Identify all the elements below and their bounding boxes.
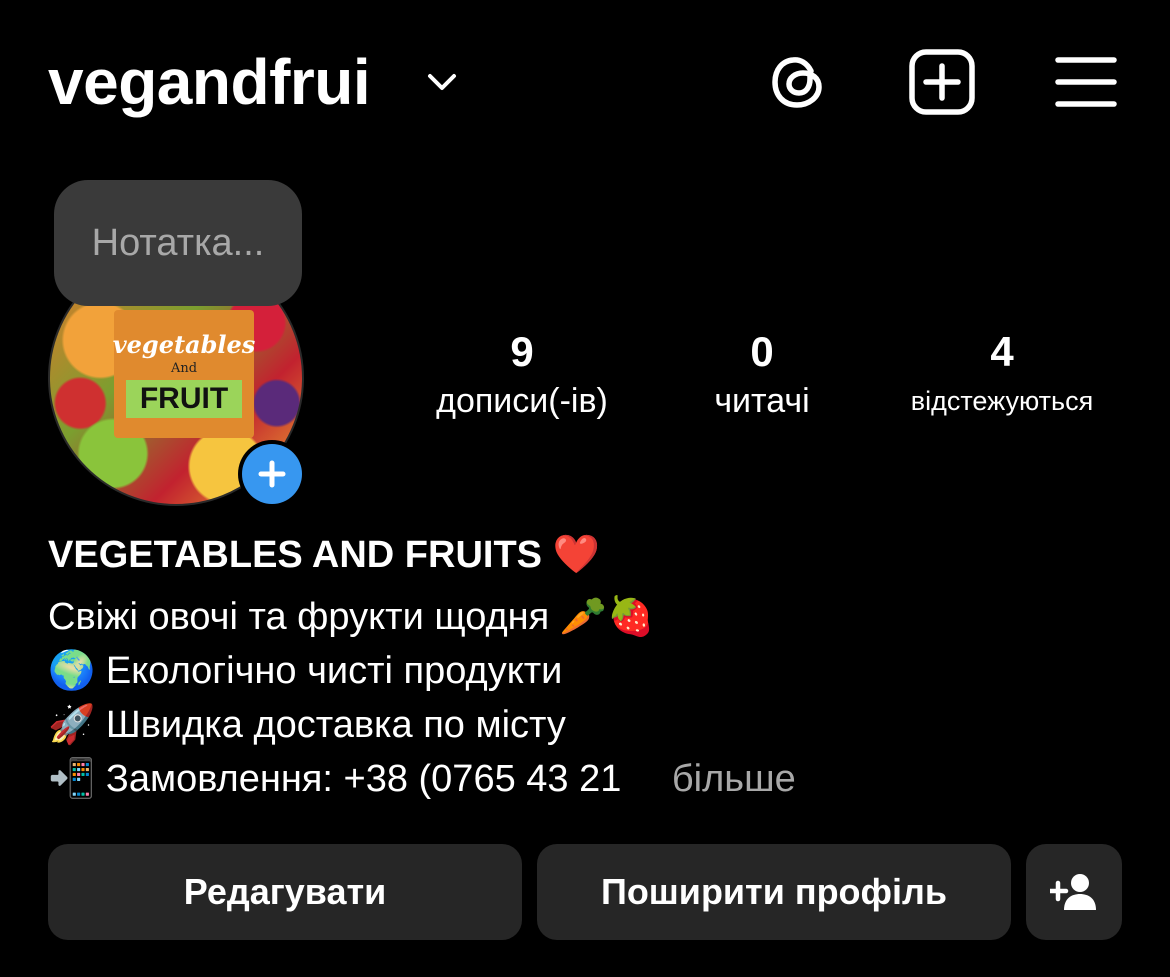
stat-followers-label: читачі [714,382,810,420]
suggested-people-button[interactable] [1026,844,1122,940]
menu-icon[interactable] [1048,44,1124,120]
bio-line: 🌍 Екологічно чисті продукти [48,650,563,692]
stat-following[interactable]: 4 відстежуються [880,325,1124,423]
stat-followers[interactable]: 0 читачі [672,325,852,423]
avatar-logo-line3: FRUIT [125,380,243,418]
bio-more-link[interactable]: більше [672,758,796,800]
stat-followers-count: 0 [750,328,774,375]
note-bubble[interactable]: Нотатка... [54,180,302,306]
chevron-down-icon[interactable] [424,64,460,100]
stat-following-count: 4 [990,328,1014,375]
avatar-logo-line1: vegetables [112,330,256,359]
avatar-logo: vegetables And FRUIT [112,310,256,438]
avatar-logo-line2: And [170,361,198,376]
note-placeholder: Нотатка... [91,221,265,264]
bio-line: 🚀 Швидка доставка по місту [48,704,566,746]
bio-line-text: 📲 Замовлення: +38 (0765 43 21 [48,758,622,800]
stat-posts-count: 9 [510,328,534,375]
edit-profile-button[interactable]: Редагувати [48,844,522,940]
bio-line: Свіжі овочі та фрукти щодня 🥕🍓 [48,596,655,638]
share-profile-button[interactable]: Поширити профіль [537,844,1011,940]
add-story-button[interactable] [238,440,306,508]
stat-following-label: відстежуються [910,386,1094,416]
bio-line: 📲 Замовлення: +38 (0765 43 21 більше [48,752,796,806]
add-person-icon [1050,874,1096,910]
threads-icon[interactable] [760,44,836,120]
plus-icon [258,460,286,488]
stat-posts[interactable]: 9 дописи(-ів) [402,325,642,423]
profile-username[interactable]: vegandfrui [48,42,371,122]
create-post-icon[interactable] [904,44,980,120]
stat-posts-label: дописи(-ів) [436,382,608,420]
profile-display-name: VEGETABLES AND FRUITS ❤️ [48,534,600,576]
